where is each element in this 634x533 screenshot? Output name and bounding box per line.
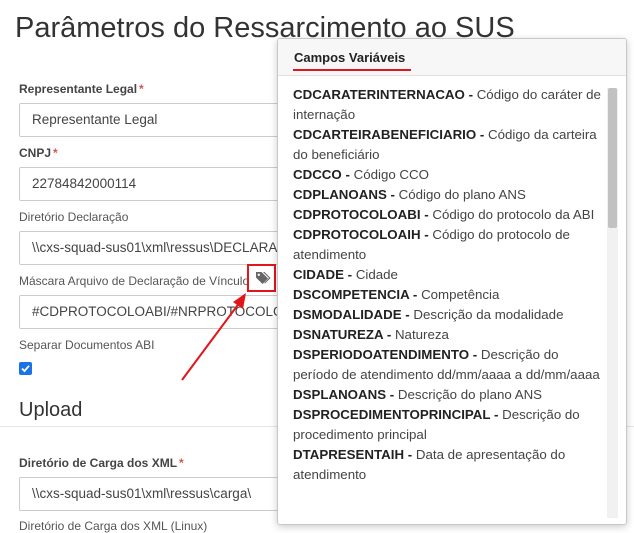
variable-item[interactable]: DSPLANOANS - Descrição do plano ANS — [293, 385, 605, 405]
variable-separator: - — [476, 127, 489, 142]
check-icon — [21, 365, 30, 373]
popover-header: Campos Variáveis — [278, 39, 626, 76]
variables-popover: Campos Variáveis CDCARATERINTERNACAO - C… — [277, 38, 627, 525]
popover-scrollbar[interactable] — [607, 88, 618, 518]
variable-separator: - — [420, 227, 433, 242]
scrollbar-thumb[interactable] — [608, 88, 617, 228]
variable-separator: - — [386, 387, 398, 402]
variable-item[interactable]: DSPROCEDIMENTOPRINCIPAL - Descrição do p… — [293, 405, 605, 445]
variable-code: CDCCO — [293, 167, 342, 182]
variable-item[interactable]: DSNATUREZA - Natureza — [293, 325, 605, 345]
variable-code: DSPROCEDIMENTOPRINCIPAL — [293, 407, 491, 422]
carga-label: Diretório de Carga dos XML * — [19, 456, 184, 470]
carga-label-text: Diretório de Carga dos XML — [19, 456, 178, 470]
variables-list: CDCARATERINTERNACAO - Código do caráter … — [293, 85, 605, 524]
variable-code: CDPROTOCOLOAIH — [293, 227, 421, 242]
variable-item[interactable]: CIDADE - Cidade — [293, 265, 605, 285]
variable-description: Código do protocolo da ABI — [432, 207, 595, 222]
variable-separator: - — [341, 167, 354, 182]
diretorio-label: Diretório Declaração — [19, 210, 129, 224]
variable-code: CIDADE — [293, 267, 344, 282]
variable-separator: - — [420, 207, 433, 222]
variable-item[interactable]: DSMODALIDADE - Descrição da modalidade — [293, 305, 605, 325]
title-underline — [293, 69, 411, 71]
variable-code: DSNATUREZA — [293, 327, 384, 342]
variable-item[interactable]: DTAPRESENTAIH - Data de apresentação do … — [293, 445, 605, 485]
variable-item[interactable]: CDPLANOANS - Código do plano ANS — [293, 185, 605, 205]
required-marker: * — [179, 456, 184, 470]
variable-description: Descrição do plano ANS — [397, 387, 543, 402]
variable-separator: - — [490, 407, 503, 422]
mascara-label: Máscara Arquivo de Declaração de Vínculo — [19, 274, 250, 288]
variables-button[interactable] — [247, 264, 276, 292]
variable-separator: - — [386, 187, 399, 202]
variable-code: DSMODALIDADE — [293, 307, 402, 322]
variable-code: CDPLANOANS — [293, 187, 387, 202]
variable-item[interactable]: CDPROTOCOLOABI - Código do protocolo da … — [293, 205, 605, 225]
cnpj-input[interactable]: 22784842000114 — [19, 167, 319, 201]
required-marker: * — [139, 82, 144, 96]
variable-code: DSPLANOANS — [293, 387, 387, 402]
variable-separator: - — [469, 347, 481, 362]
variable-code: DTAPRESENTAIH — [293, 447, 405, 462]
separar-label: Separar Documentos ABI — [19, 338, 155, 352]
variable-item[interactable]: CDCARATERINTERNACAO - Código do caráter … — [293, 85, 605, 125]
variable-item[interactable]: DSPERIODOATENDIMENTO - Descrição do perí… — [293, 345, 605, 385]
variable-separator: - — [383, 327, 395, 342]
variable-separator: - — [409, 287, 422, 302]
variable-description: Natureza — [394, 327, 449, 342]
variable-description: Competência — [421, 287, 500, 302]
variable-item[interactable]: CDPROTOCOLOAIH - Código do protocolo de … — [293, 225, 605, 265]
mascara-input[interactable]: #CDPROTOCOLOABI/#NRPROTOCOLO — [19, 295, 319, 329]
carga-linux-label: Diretório de Carga dos XML (Linux) — [19, 519, 208, 533]
representante-input[interactable]: Representante Legal — [19, 103, 319, 137]
tags-icon — [256, 272, 271, 284]
variable-description: Descrição da modalidade — [413, 307, 564, 322]
required-marker: * — [53, 146, 58, 160]
popover-title: Campos Variáveis — [294, 50, 406, 65]
variable-code: CDPROTOCOLOABI — [293, 207, 421, 222]
variable-separator: - — [464, 87, 477, 102]
variable-item[interactable]: CDCARTEIRABENEFICIARIO - Código da carte… — [293, 125, 605, 165]
variable-description: Cidade — [355, 267, 398, 282]
carga-input[interactable]: \\cxs-squad-sus01\xml\ressus\carga\ — [19, 477, 319, 511]
representante-label-text: Representante Legal — [19, 82, 138, 96]
cnpj-label: CNPJ * — [19, 146, 58, 160]
variable-item[interactable]: CDCCO - Código CCO — [293, 165, 605, 185]
variable-separator: - — [401, 307, 414, 322]
variable-code: CDCARTEIRABENEFICIARIO — [293, 127, 477, 142]
variable-separator: - — [404, 447, 416, 462]
variable-separator: - — [343, 267, 356, 282]
variable-item[interactable]: DSCOMPETENCIA - Competência — [293, 285, 605, 305]
upload-section-title: Upload — [19, 399, 83, 421]
variable-code: DSPERIODOATENDIMENTO — [293, 347, 470, 362]
cnpj-label-text: CNPJ — [19, 146, 52, 160]
variable-code: CDCARATERINTERNACAO — [293, 87, 465, 102]
diretorio-input[interactable]: \\cxs-squad-sus01\xml\ressus\DECLARAC — [19, 231, 319, 265]
representante-label: Representante Legal * — [19, 82, 144, 96]
variable-code: DSCOMPETENCIA — [293, 287, 410, 302]
variable-description: Código CCO — [353, 167, 429, 182]
separar-checkbox[interactable] — [19, 362, 32, 375]
variable-description: Código do plano ANS — [398, 187, 526, 202]
